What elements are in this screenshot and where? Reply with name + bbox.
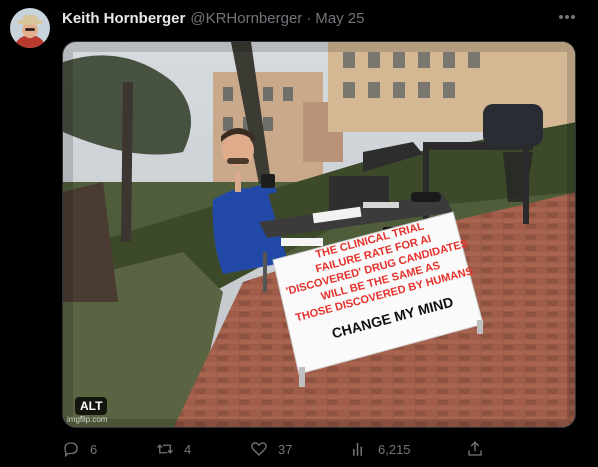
reply-icon [64, 442, 78, 458]
post-date[interactable]: May 25 [315, 10, 364, 27]
reply-button[interactable]: 6 [62, 440, 97, 458]
views-icon [353, 443, 362, 456]
avatar[interactable] [10, 8, 50, 48]
ellipsis-icon [559, 15, 575, 19]
tweet-header: Keith Hornberger @KRHornberger · May 25 [62, 10, 365, 28]
action-bar: 6 4 37 6,215 [62, 440, 492, 462]
image-watermark: imgflip.com [67, 415, 108, 424]
tweet: Keith Hornberger @KRHornberger·May 25 [0, 0, 598, 467]
more-options-button[interactable] [556, 6, 578, 28]
tweet-image[interactable]: THE CLINICAL TRIAL FAILURE RATE FOR AI '… [62, 41, 576, 428]
heart-icon [251, 442, 267, 456]
repost-button[interactable]: 4 [156, 440, 191, 458]
like-button[interactable]: 37 [250, 440, 292, 458]
share-button[interactable] [466, 440, 484, 458]
reply-count: 6 [90, 441, 98, 457]
views-button[interactable]: 6,215 [350, 440, 411, 458]
author-handle[interactable]: @KRHornberger [190, 10, 302, 27]
alt-text-button[interactable]: ALT [75, 397, 108, 415]
author-name[interactable]: Keith Hornberger [62, 10, 185, 27]
repost-count: 4 [184, 441, 192, 457]
share-icon [468, 441, 482, 456]
separator: · [306, 10, 312, 27]
views-count: 6,215 [378, 441, 411, 457]
like-count: 37 [278, 441, 293, 457]
meme-photo: THE CLINICAL TRIAL FAILURE RATE FOR AI '… [63, 42, 575, 427]
repost-icon [157, 444, 173, 454]
